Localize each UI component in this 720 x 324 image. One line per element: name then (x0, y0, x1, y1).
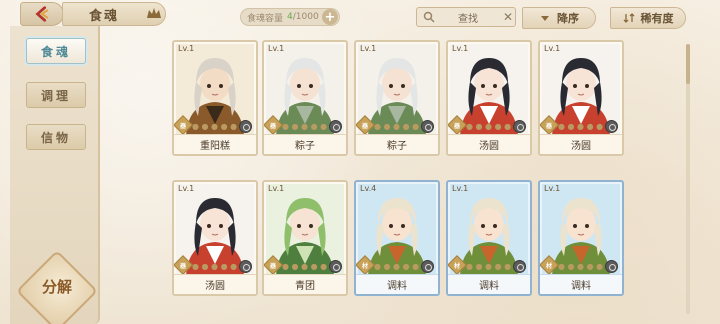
food-soul-card[interactable]: Lv.1 器 ● ● ● ● ● 粽子 (354, 40, 440, 156)
sort-order-button[interactable]: 降序 (522, 7, 596, 29)
card-rank: 器 (453, 123, 460, 130)
card-stars: ● ● ● ● ● (192, 122, 238, 131)
search-icon (423, 11, 435, 23)
card-name: 粽子 (356, 134, 438, 154)
add-capacity-button[interactable]: + (322, 9, 338, 25)
card-level: Lv.1 (178, 44, 195, 53)
food-soul-card[interactable]: Lv.1 材 ● ● ● ● ● 调料 (446, 180, 532, 296)
card-level: Lv.4 (360, 184, 377, 193)
element-icon (605, 120, 618, 133)
food-soul-card[interactable]: Lv.1 器 ● ● ● ● ● 粽子 (262, 40, 348, 156)
card-stars: ● ● ● ● ● (374, 122, 420, 131)
clear-search-icon[interactable]: ✕ (501, 10, 515, 24)
capacity-max: /1000 (292, 12, 319, 22)
card-stars: ● ● ● ● ● (558, 122, 604, 131)
element-icon (513, 120, 526, 133)
food-soul-card[interactable]: Lv.1 器 ● ● ● ● ● 青团 (262, 180, 348, 296)
card-level: Lv.1 (360, 44, 377, 53)
card-level: Lv.1 (178, 184, 195, 193)
card-rank: 器 (361, 123, 368, 130)
element-icon (421, 260, 434, 273)
swap-sort-icon (623, 13, 634, 23)
card-name: 粽子 (264, 134, 346, 154)
sort-rarity-button[interactable]: 稀有度 (610, 7, 686, 29)
food-soul-card[interactable]: Lv.1 器 ● ● ● ● ● 汤圆 (446, 40, 532, 156)
card-level: Lv.1 (268, 184, 285, 193)
tab-food-soul[interactable]: 食魂 (26, 38, 86, 64)
card-name: 调料 (448, 274, 530, 294)
card-rank: 器 (269, 123, 276, 130)
back-arrow-icon (35, 6, 49, 22)
top-bar: 食魂 食魂容量 4 /1000 + 查找 ✕ 降序 稀有度 (0, 0, 720, 36)
card-rank: 器 (179, 263, 186, 270)
element-icon (239, 260, 252, 273)
card-stars: ● ● ● ● ● (282, 122, 328, 131)
card-stars: ● ● ● ● ● (282, 262, 328, 271)
card-name: 调料 (356, 274, 438, 294)
tab-token[interactable]: 信物 (26, 124, 86, 150)
search-box[interactable]: 查找 ✕ (416, 7, 516, 27)
card-level: Lv.1 (452, 184, 469, 193)
card-rank: 材 (361, 263, 368, 270)
card-rank: 材 (453, 263, 460, 270)
side-panel: 食魂 调理 信物 分解 (10, 26, 100, 324)
element-icon (329, 260, 342, 273)
card-stars: ● ● ● ● ● (466, 122, 512, 131)
element-icon (605, 260, 618, 273)
element-icon (513, 260, 526, 273)
back-button[interactable] (20, 2, 64, 26)
card-name: 青团 (264, 274, 346, 294)
element-icon (239, 120, 252, 133)
sort-order-label: 降序 (557, 12, 579, 25)
card-rank: 器 (545, 123, 552, 130)
capacity-label: 食魂容量 (247, 13, 284, 24)
card-rank: 器 (269, 263, 276, 270)
card-stars: ● ● ● ● ● (466, 262, 512, 271)
food-soul-card[interactable]: Lv.1 器 ● ● ● ● ● 汤圆 (538, 40, 624, 156)
element-icon (329, 120, 342, 133)
food-soul-card[interactable]: Lv.1 材 ● ● ● ● ● 调料 (538, 180, 624, 296)
card-name: 汤圆 (174, 274, 256, 294)
food-soul-card[interactable]: Lv.4 材 ● ● ● ● ● 调料 (354, 180, 440, 296)
scroll-thumb[interactable] (686, 44, 690, 84)
decompose-label: 分解 (41, 278, 72, 296)
card-name: 调料 (540, 274, 622, 294)
card-stars: ● ● ● ● ● (192, 262, 238, 271)
tab-cuisine[interactable]: 调理 (26, 82, 86, 108)
scrollbar[interactable] (686, 44, 690, 314)
card-level: Lv.1 (452, 44, 469, 53)
food-soul-card[interactable]: Lv.1 器 ● ● ● ● ● 重阳糕 (172, 40, 258, 156)
card-name: 汤圆 (540, 134, 622, 154)
card-level: Lv.1 (544, 184, 561, 193)
card-stars: ● ● ● ● ● (558, 262, 604, 271)
card-rank: 器 (179, 123, 186, 130)
food-soul-card[interactable]: Lv.1 器 ● ● ● ● ● 汤圆 (172, 180, 258, 296)
card-name: 重阳糕 (174, 134, 256, 154)
search-label: 查找 (458, 13, 478, 25)
card-name: 汤圆 (448, 134, 530, 154)
card-level: Lv.1 (268, 44, 285, 53)
card-level: Lv.1 (544, 44, 561, 53)
element-icon (421, 120, 434, 133)
card-rank: 材 (545, 263, 552, 270)
chevron-down-icon (541, 16, 549, 21)
card-stars: ● ● ● ● ● (374, 262, 420, 271)
sort-rarity-label: 稀有度 (640, 12, 674, 25)
crown-icon (147, 8, 161, 18)
